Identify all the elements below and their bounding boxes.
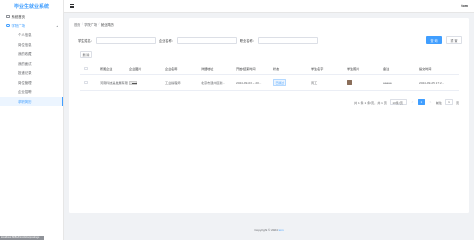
row-checkbox[interactable]: [84, 80, 88, 85]
col-submitted: 提交时间: [419, 67, 432, 71]
cell-submitted: 2024-09-25 17:2...: [419, 80, 445, 85]
status-url-badge: localhost:8081/FindJobs/postings: [0, 235, 44, 240]
col-student-photo: 学生照片: [347, 67, 360, 71]
prev-page-button[interactable]: <: [410, 99, 415, 105]
breadcrumb: 首页 / 学院广场 / 就业简历: [74, 22, 114, 27]
cell-time: 2024-09-03 ~ 20...: [236, 80, 262, 85]
student-name-input[interactable]: [95, 37, 156, 44]
breadcrumb-separator: /: [98, 22, 100, 26]
col-note: 备注: [383, 67, 390, 71]
status-badge: 已通过: [273, 79, 287, 86]
sidebar-item-recruitment[interactable]: 企业招聘: [0, 87, 63, 97]
user-name[interactable]: tom: [461, 4, 468, 8]
col-company: 所属企业: [100, 67, 113, 71]
current-page[interactable]: 1: [417, 99, 425, 105]
page-size-select[interactable]: 10条/页: [389, 99, 407, 105]
sidebar-item-postings[interactable]: 岗位信息: [0, 40, 63, 50]
col-student-name: 学生名字: [311, 67, 324, 71]
table-header: 所属企业 企业图片 企业名称 详细地址 开始/结束时间 状态 学生名字 学生照片…: [80, 63, 459, 75]
square-icon: [6, 23, 10, 28]
job-name-input[interactable]: [257, 37, 318, 44]
cell-student-name: 周工: [311, 81, 318, 85]
copyright-text: Copyright © 2024: [254, 228, 279, 232]
breadcrumb-separator: /: [81, 22, 83, 26]
jump-label: 前往: [435, 100, 443, 105]
jump-page-input[interactable]: 1: [445, 99, 454, 105]
job-name-label: 职业名称：: [239, 39, 256, 43]
jump-suffix: 页: [456, 100, 460, 105]
copyright-link[interactable]: tom: [279, 228, 284, 232]
main-panel: 首页 / 学院广场 / 就业简历 学生姓名： 企业名称： 职业名称： 查 询 重…: [69, 18, 469, 213]
col-company-name: 企业名称: [165, 67, 178, 71]
student-name-label: 学生姓名：: [78, 39, 94, 43]
app-title: 毕业生就业系统: [13, 3, 49, 10]
cell-company-name: 工业操程师: [165, 81, 181, 85]
menu-toggle-icon[interactable]: [70, 4, 74, 8]
top-header: tom: [64, 0, 474, 13]
pagination: 共 1 条 1 条/页，共 1 页 10条/页 < 1 > 前往 1 页: [354, 99, 459, 105]
sidebar-group-label: 学院广场: [11, 24, 26, 28]
data-table: 所属企业 企业图片 企业名称 详细地址 开始/结束时间 状态 学生名字 学生照片…: [80, 63, 459, 91]
delete-button[interactable]: 删 除: [80, 51, 92, 58]
breadcrumb-current: 就业简历: [100, 23, 114, 27]
col-time: 开始/结束时间: [236, 67, 256, 71]
query-button[interactable]: 查 询: [426, 36, 442, 44]
breadcrumb-square[interactable]: 学院广场: [84, 22, 97, 27]
table-row[interactable]: 河南科技是发展有限 工业操程师 北京市通州区新... 2024-09-03 ~ …: [80, 75, 459, 91]
sidebar-item-interviews[interactable]: 我的面试: [0, 59, 63, 69]
cell-note: aaaaa: [383, 80, 392, 85]
pagination-summary: 共 1 条 1 条/页，共 1 页: [354, 100, 387, 105]
company-name-label: 企业名称：: [158, 39, 175, 43]
sidebar-item-resumes[interactable]: 求职简历: [0, 96, 63, 106]
reset-button[interactable]: 重 置: [446, 36, 462, 44]
sidebar-item-label: 系统首页: [11, 15, 26, 19]
sidebar-item-applications[interactable]: 投递记录: [0, 68, 63, 78]
cell-company: 河南科技是发展有限: [100, 81, 128, 85]
sidebar-group-square[interactable]: 学院广场 ▴: [0, 21, 63, 30]
breadcrumb-home[interactable]: 首页: [74, 22, 80, 27]
company-name-input[interactable]: [176, 37, 237, 44]
cell-address: 北京市通州区新...: [201, 81, 226, 85]
col-address: 详细地址: [201, 67, 214, 71]
chevron-up-icon: ▴: [56, 23, 58, 28]
company-image: [129, 80, 137, 85]
sidebar: 毕业生就业系统 系统首页 学院广场 ▴ 个人信息 岗位信息 我的收藏 我的面试 …: [0, 0, 64, 240]
sidebar-item-favorites[interactable]: 我的收藏: [0, 49, 63, 59]
search-form: 学生姓名： 企业名称： 职业名称：: [78, 37, 318, 44]
next-page-button[interactable]: >: [428, 99, 433, 105]
sidebar-item-profile[interactable]: 个人信息: [0, 30, 63, 40]
sidebar-item-job-management[interactable]: 岗位管理: [0, 78, 63, 88]
sidebar-item-home[interactable]: 系统首页: [0, 12, 63, 21]
col-company-image: 企业图片: [129, 67, 142, 71]
home-icon: [6, 14, 10, 19]
col-status: 状态: [273, 67, 280, 71]
student-photo: [347, 79, 352, 86]
copyright: Copyright © 2024 tom: [0, 228, 474, 232]
select-all-checkbox[interactable]: [84, 66, 88, 71]
